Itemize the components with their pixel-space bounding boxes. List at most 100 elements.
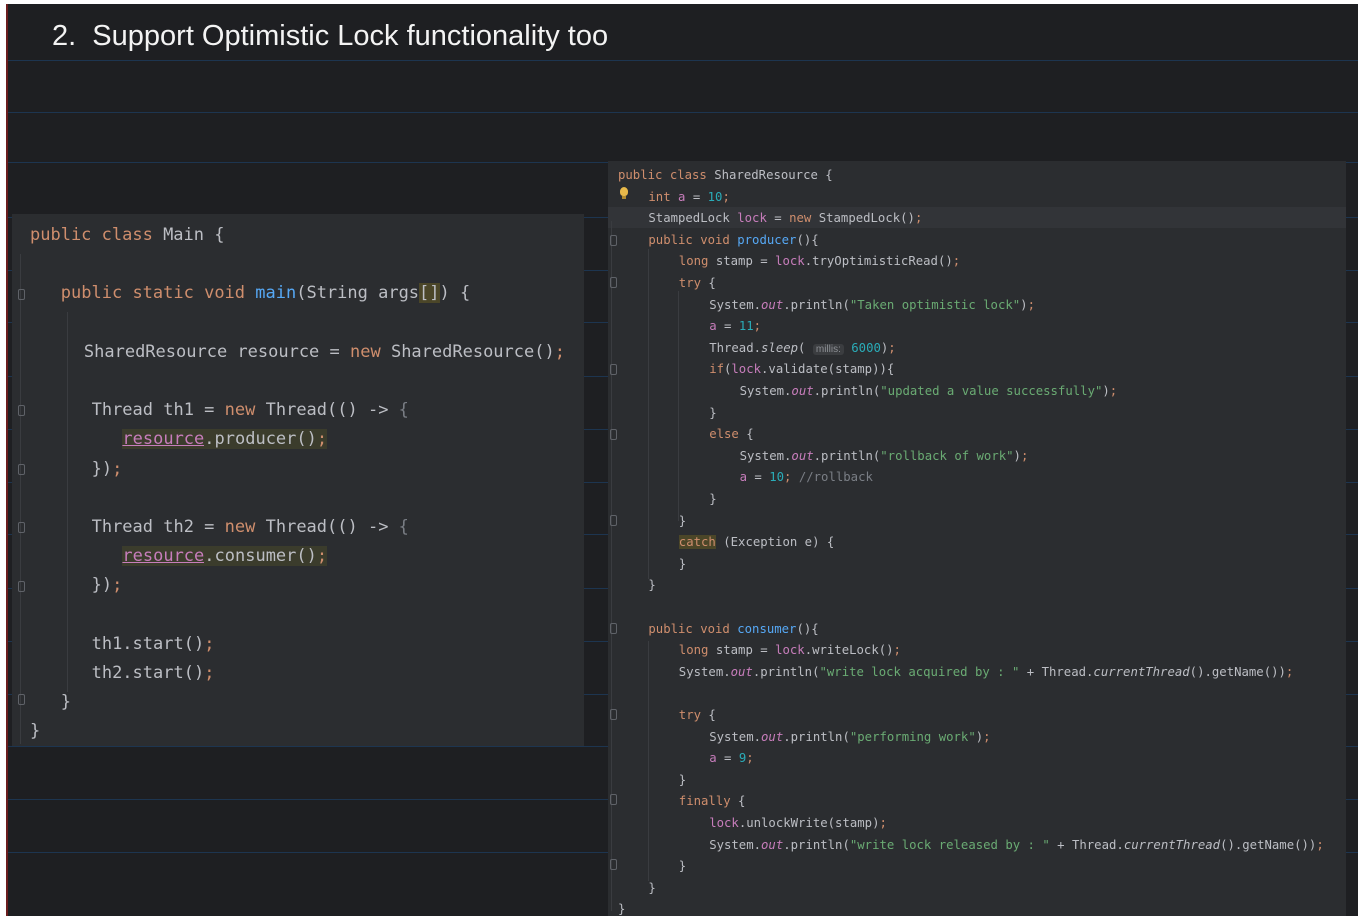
code-token: catch	[678, 535, 716, 550]
code-line[interactable]: });	[12, 571, 584, 599]
code-token: }	[648, 880, 656, 895]
code-line[interactable]: System.out.println("write lock acquired …	[608, 662, 1346, 683]
code-line[interactable]: public void consumer(){	[608, 619, 1346, 640]
code-token: "rollback of work"	[880, 448, 1014, 463]
code-token: consumer	[737, 621, 797, 636]
code-token: Thread(() ->	[265, 517, 399, 537]
code-line[interactable]: public class SharedResource {	[608, 165, 1346, 186]
code-token: }	[30, 721, 41, 742]
code-token: "Taken optimistic lock"	[849, 297, 1021, 312]
code-token: }	[678, 556, 687, 571]
code-line[interactable]: th2.start();	[12, 659, 584, 687]
code-line[interactable]: Thread th1 = new Thread(() -> {	[12, 396, 584, 424]
code-token: =	[716, 319, 739, 334]
code-line[interactable]: System.out.println("updated a value succ…	[608, 381, 1346, 402]
code-token: //rollback	[798, 470, 873, 485]
code-line[interactable]: public static void main(String args[]) {	[12, 279, 584, 307]
code-line[interactable]: resource.producer();	[12, 425, 584, 453]
code-line[interactable]: a = 11;	[608, 316, 1346, 337]
code-line[interactable]: }	[608, 770, 1346, 791]
code-token: .println(	[783, 837, 850, 852]
code-line[interactable]	[12, 250, 584, 278]
code-line[interactable]	[12, 367, 584, 395]
code-token: ;	[893, 643, 901, 658]
code-token: if	[709, 362, 724, 377]
code-line[interactable]: a = 10; //rollback	[608, 467, 1346, 488]
code-line[interactable]: long stamp = lock.writeLock();	[608, 640, 1346, 661]
code-token: out	[730, 664, 753, 679]
code-token: try	[678, 276, 709, 290]
code-token: SharedResource resource =	[83, 341, 350, 362]
code-line[interactable]: public class Main {	[12, 221, 584, 249]
code-line[interactable]: Thread.sleep( millis: 6000);	[608, 338, 1346, 359]
code-token: long	[678, 254, 716, 269]
code-line[interactable]: th1.start();	[12, 630, 584, 658]
code-line[interactable]: else {	[608, 424, 1346, 445]
code-line[interactable]: try {	[608, 273, 1346, 294]
code-token: ;	[952, 254, 961, 269]
code-line[interactable]: System.out.println("Taken optimistic loc…	[608, 295, 1346, 316]
code-line[interactable]: }	[608, 554, 1346, 575]
code-line[interactable]	[12, 309, 584, 337]
code-line[interactable]: catch (Exception e) {	[608, 532, 1346, 553]
code-line[interactable]: finally {	[608, 791, 1346, 812]
code-line[interactable]: }	[608, 511, 1346, 532]
code-line[interactable]: public void producer(){	[608, 230, 1346, 251]
code-line[interactable]	[608, 597, 1346, 618]
code-token: ;	[1027, 297, 1035, 312]
code-token: new	[350, 341, 391, 362]
code-line[interactable]: }	[12, 688, 584, 716]
code-line[interactable]: try {	[608, 705, 1346, 726]
code-line[interactable]: SharedResource resource = new SharedReso…	[12, 338, 584, 366]
code-line[interactable]: }	[608, 856, 1346, 877]
code-line[interactable]: if(lock.validate(stamp)){	[608, 359, 1346, 380]
code-line[interactable]: System.out.println("rollback of work");	[608, 446, 1346, 467]
code-token: {	[746, 427, 754, 442]
code-line[interactable]: Thread th2 = new Thread(() -> {	[12, 513, 584, 541]
code-line[interactable]: StampedLock lock = new StampedLock();	[608, 208, 1346, 229]
code-line[interactable]: System.out.println("write lock released …	[608, 835, 1346, 856]
code-token: .println(	[813, 384, 881, 398]
code-line[interactable]	[608, 683, 1346, 704]
code-line[interactable]: System.out.println("performing work");	[608, 727, 1346, 748]
shared-resource-code-editor[interactable]: public class SharedResource {int a = 10;…	[608, 161, 1346, 916]
code-token: out	[761, 729, 784, 744]
code-token: 10	[707, 189, 723, 204]
code-token: []	[419, 283, 440, 304]
code-token: + Thread.	[1019, 664, 1094, 679]
code-line[interactable]: }	[608, 878, 1346, 899]
code-line[interactable]: });	[12, 455, 584, 483]
code-token: }	[709, 492, 717, 506]
code-line[interactable]: resource.consumer();	[12, 542, 584, 570]
code-token: SharedResource()	[390, 341, 555, 362]
code-line[interactable]: int a = 10;	[608, 187, 1346, 208]
code-line[interactable]: }	[608, 489, 1346, 510]
code-line[interactable]: }	[608, 403, 1346, 424]
code-line[interactable]: }	[608, 575, 1346, 596]
code-token: (String args	[296, 283, 420, 304]
code-token: long	[678, 643, 716, 658]
code-token: ;	[784, 470, 799, 485]
code-token: new	[224, 517, 266, 537]
code-token: .consumer()	[204, 546, 317, 567]
code-line[interactable]	[12, 601, 584, 629]
code-token: "write lock acquired by : "	[819, 664, 1020, 679]
code-line[interactable]: long stamp = lock.tryOptimisticRead();	[608, 251, 1346, 272]
code-token: currentThread	[1123, 837, 1221, 852]
code-token: System.	[678, 664, 731, 679]
code-line[interactable]	[12, 484, 584, 512]
code-token: ;	[204, 633, 215, 654]
code-line[interactable]: a = 9;	[608, 748, 1346, 769]
code-token: ;	[316, 546, 328, 567]
code-token: (Exception e) {	[715, 535, 835, 550]
code-token: th2.start()	[91, 663, 205, 683]
code-line[interactable]: }	[12, 717, 584, 745]
code-token: }	[678, 859, 687, 874]
code-token: }	[60, 692, 72, 713]
main-class-code-editor[interactable]: public class Main { public static void ma…	[12, 214, 584, 746]
code-token: public static void	[60, 283, 256, 304]
code-token: ;	[983, 729, 991, 744]
code-line[interactable]: lock.unlockWrite(stamp);	[608, 813, 1346, 834]
code-line[interactable]: }	[608, 899, 1346, 916]
code-token: 11	[738, 319, 754, 334]
